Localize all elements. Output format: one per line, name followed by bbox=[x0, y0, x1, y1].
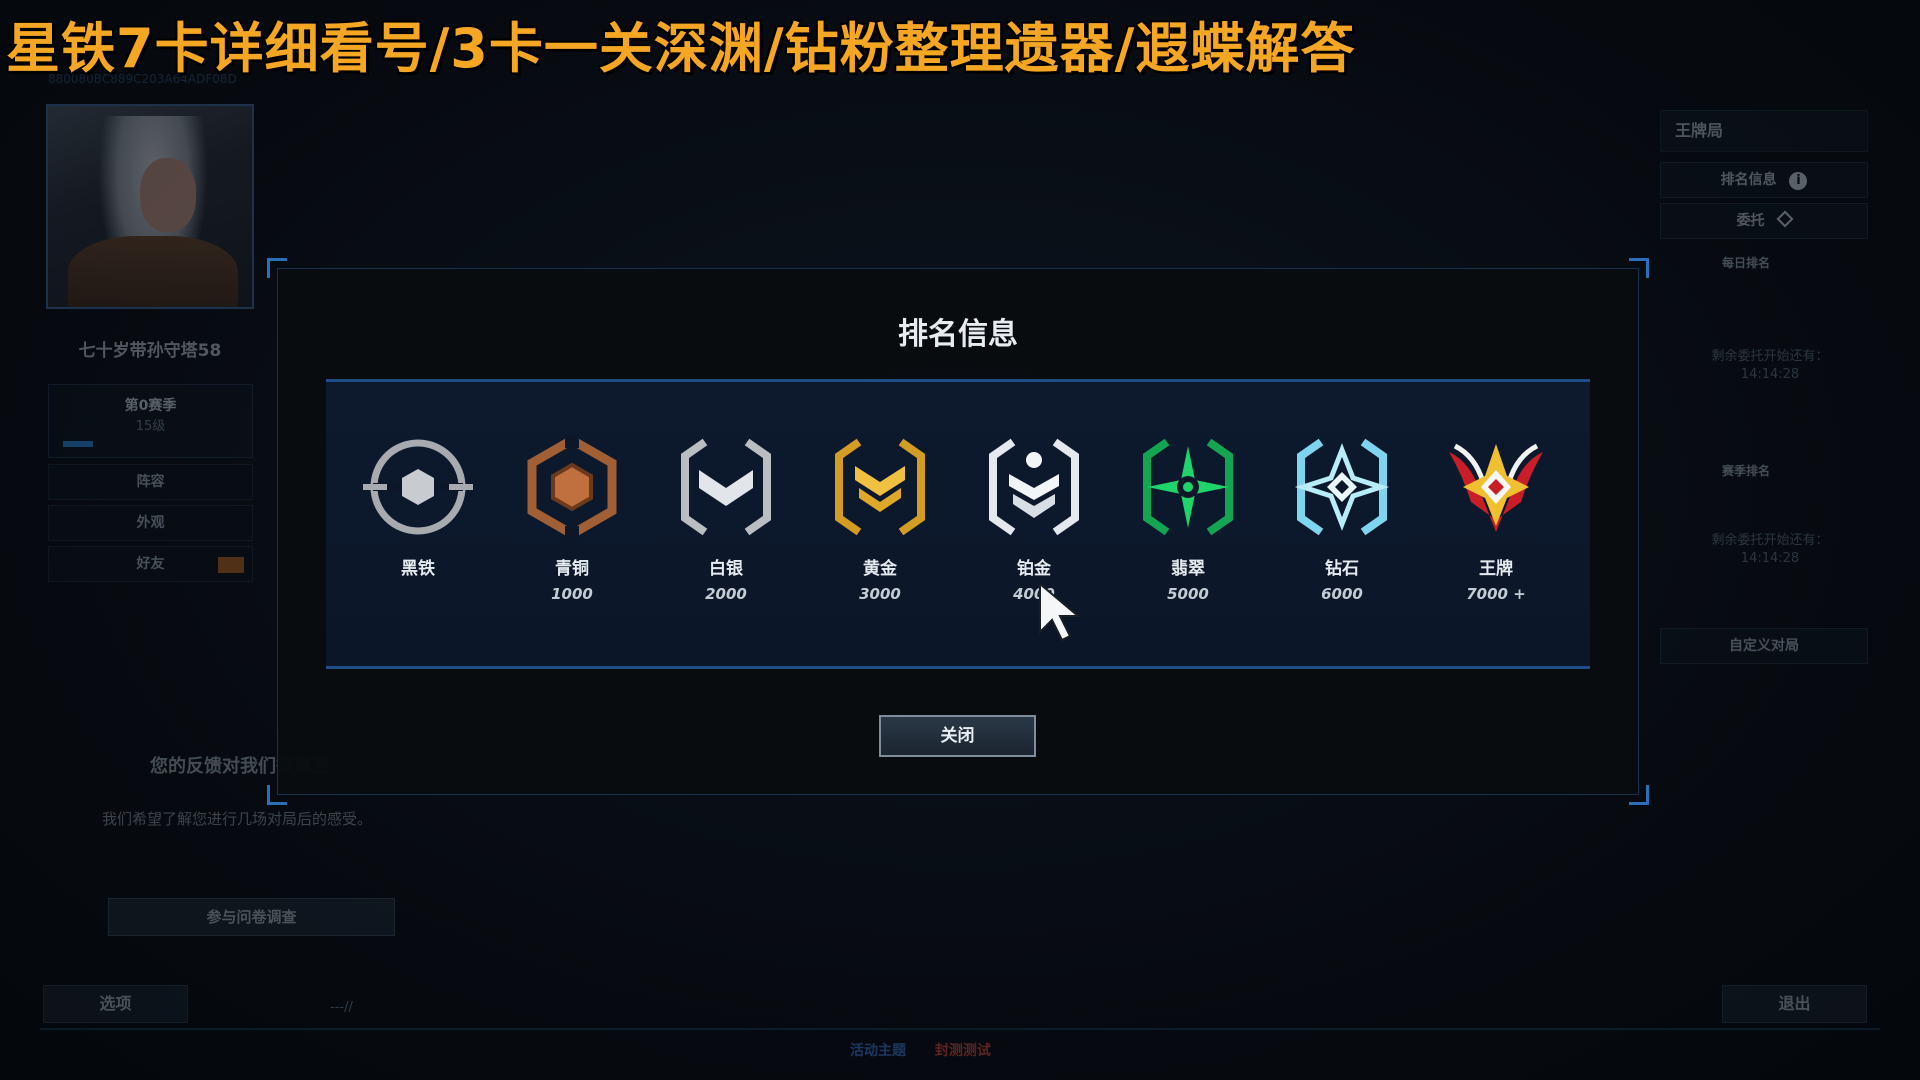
diamond-rank-icon bbox=[1294, 438, 1390, 536]
countdown-1-label: 剩余委托开始还有： bbox=[1711, 349, 1829, 364]
options-button[interactable]: 选项 bbox=[43, 985, 188, 1023]
daily-rank-label: 每日排名 bbox=[1722, 256, 1771, 270]
commission-button[interactable]: 委托 bbox=[1660, 203, 1868, 239]
season-level: 15级 bbox=[135, 419, 166, 434]
rank-tier-iron: 黑铁 bbox=[358, 432, 478, 585]
season-box[interactable]: 第0赛季 15级 bbox=[48, 384, 253, 458]
season-rank-label: 赛季排名 bbox=[1722, 464, 1771, 478]
frame-corner bbox=[267, 258, 287, 278]
season-progress-bar bbox=[63, 441, 93, 447]
close-button[interactable]: 关闭 bbox=[879, 715, 1036, 757]
rank-tier-bronze: 青铜 1000 bbox=[512, 432, 632, 603]
countdown-2: 剩余委托开始还有： 14:14:28 bbox=[1680, 532, 1860, 568]
rank-score: 3000 bbox=[859, 585, 901, 603]
info-icon: i bbox=[1789, 172, 1808, 190]
iron-rank-icon bbox=[363, 439, 473, 535]
gold-rank-icon bbox=[835, 438, 925, 536]
rank-name: 王牌 bbox=[1479, 559, 1513, 579]
countdown-1: 剩余委托开始还有： 14:14:28 bbox=[1680, 348, 1860, 384]
frame-corner bbox=[1629, 785, 1649, 805]
rank-score: 2000 bbox=[705, 585, 747, 603]
rank-tier-platinum: 铂金 4000 bbox=[974, 432, 1094, 603]
countdown-2-label: 剩余委托开始还有： bbox=[1711, 533, 1829, 548]
rank-score: 5000 bbox=[1167, 585, 1209, 603]
countdown-1-time: 14:14:28 bbox=[1740, 367, 1800, 382]
feedback-text: 我们希望了解您进行几场对局后的感受。 bbox=[102, 810, 373, 828]
friends-badge bbox=[218, 557, 244, 573]
mouse-cursor-icon bbox=[1039, 582, 1081, 642]
appearance-button[interactable]: 外观 bbox=[48, 505, 253, 541]
rank-tier-diamond: 钻石 6000 bbox=[1282, 432, 1402, 603]
rank-score: 6000 bbox=[1321, 585, 1363, 603]
rank-name: 铂金 bbox=[1017, 559, 1051, 579]
survey-button[interactable]: 参与问卷调查 bbox=[108, 898, 395, 936]
rank-name: 黄金 bbox=[863, 559, 897, 579]
stream-overlay-title: 星铁7卡详细看号/3卡一关深渊/钻粉整理遗器/遐蝶解答 bbox=[6, 17, 1356, 80]
rank-name: 翡翠 bbox=[1171, 559, 1205, 579]
dialog-title: 排名信息 bbox=[898, 317, 1018, 352]
rank-tier-list: 黑铁 青铜 1000 白银 2000 黄金 3000 铂金 4000 翡翠 50… bbox=[326, 379, 1590, 669]
frame-corner bbox=[1629, 258, 1649, 278]
rank-info-dialog: 排名信息 黑铁 青铜 1000 白银 2000 黄金 3000 铂金 4000 … bbox=[267, 258, 1649, 805]
rank-name: 钻石 bbox=[1325, 559, 1359, 579]
test-tag[interactable]: 封测测试 bbox=[935, 1043, 991, 1059]
player-portrait[interactable] bbox=[46, 104, 254, 309]
friends-label: 好友 bbox=[136, 556, 165, 572]
friends-button[interactable]: 好友 bbox=[48, 546, 253, 582]
rank-tier-emerald: 翡翠 5000 bbox=[1128, 432, 1248, 603]
bottom-mini-text: ---// bbox=[330, 1000, 353, 1015]
emerald-rank-icon bbox=[1143, 438, 1233, 536]
frame-corner bbox=[267, 785, 287, 805]
rank-info-label: 排名信息 bbox=[1720, 172, 1777, 188]
ace-rank-icon bbox=[1449, 443, 1543, 532]
rank-score: 7000 + bbox=[1466, 585, 1526, 603]
bottom-divider bbox=[40, 970, 1880, 1030]
bottom-center-tags: 活动主题 封测测试 bbox=[850, 1040, 991, 1060]
lineup-button[interactable]: 阵容 bbox=[48, 464, 253, 500]
platinum-rank-icon bbox=[989, 438, 1079, 536]
rank-name: 白银 bbox=[709, 559, 743, 579]
bronze-rank-icon bbox=[527, 434, 617, 540]
rank-name: 青铜 bbox=[555, 559, 589, 579]
exit-button[interactable]: 退出 bbox=[1722, 985, 1867, 1023]
rank-name: 黑铁 bbox=[401, 559, 435, 579]
rank-tier-ace: 王牌 7000 + bbox=[1436, 432, 1556, 603]
commission-label: 委托 bbox=[1736, 213, 1765, 229]
game-screen: 星铁7卡详细看号/3卡一关深渊/钻粉整理遗器/遐蝶解答 880080BC889C… bbox=[0, 0, 1920, 1080]
diamond-icon bbox=[1776, 210, 1794, 228]
rank-tier-gold: 黄金 3000 bbox=[820, 432, 940, 603]
rank-tier-silver: 白银 2000 bbox=[666, 432, 786, 603]
silver-rank-icon bbox=[681, 438, 771, 536]
event-tag[interactable]: 活动主题 bbox=[850, 1043, 906, 1059]
season-label: 第0赛季 bbox=[124, 398, 177, 414]
ace-queue-header: 王牌局 bbox=[1660, 110, 1868, 152]
custom-match-button[interactable]: 自定义对局 bbox=[1660, 628, 1868, 664]
rank-score: 1000 bbox=[551, 585, 593, 603]
rank-info-button[interactable]: 排名信息 i bbox=[1660, 162, 1868, 198]
countdown-2-time: 14:14:28 bbox=[1740, 551, 1800, 566]
player-name: 七十岁带孙守塔58 bbox=[78, 341, 222, 361]
